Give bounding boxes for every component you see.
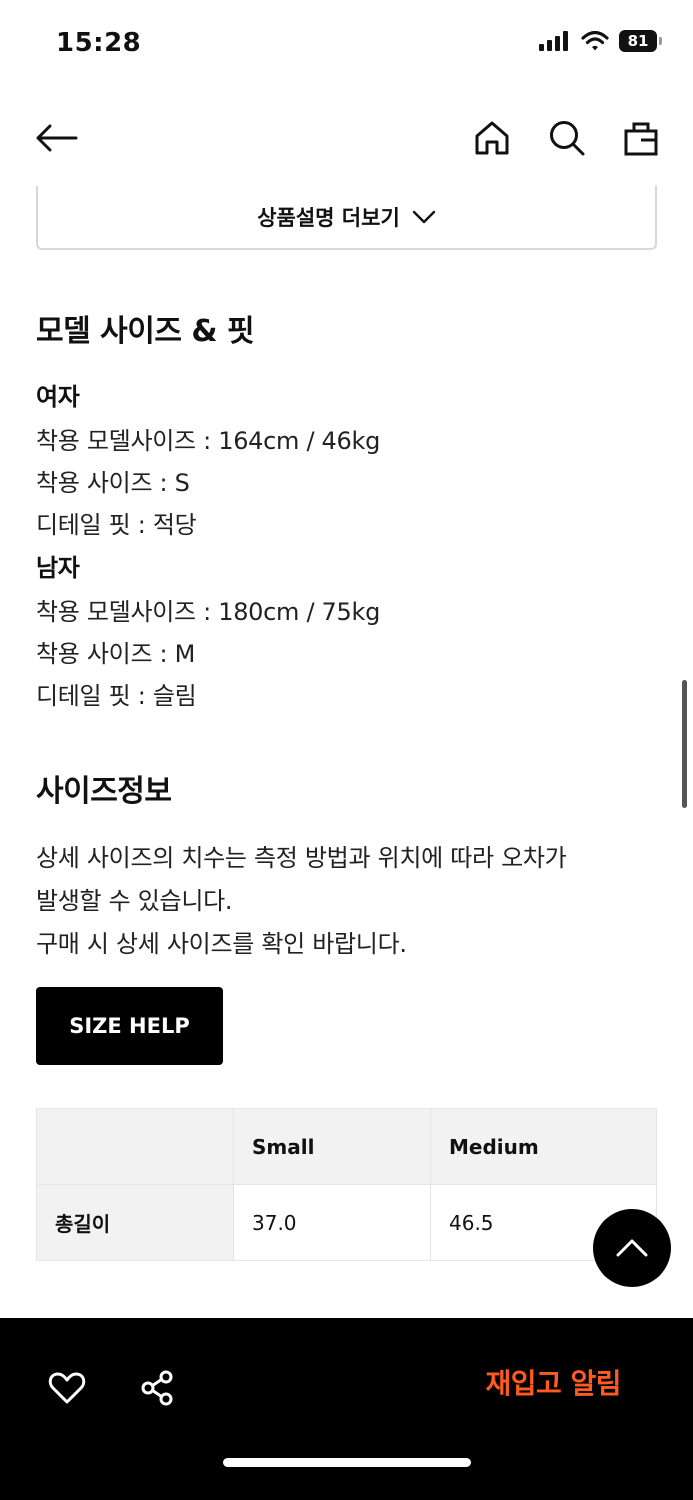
male-fit: 디테일 핏 : 슬림 <box>36 682 197 710</box>
wifi-icon <box>581 30 609 51</box>
description-more-button[interactable]: 상품설명 더보기 <box>36 186 657 250</box>
size-table-header-row: Small Medium <box>36 1108 657 1185</box>
female-wear-size: 착용 사이즈 : S <box>36 469 190 497</box>
search-button[interactable] <box>543 114 591 162</box>
male-wear-size: 착용 사이즈 : M <box>36 640 196 668</box>
chevron-up-icon <box>616 1239 648 1257</box>
heart-icon <box>48 1372 86 1404</box>
size-header-medium: Medium <box>430 1108 657 1185</box>
home-button[interactable] <box>468 114 516 162</box>
cart-button[interactable] <box>617 114 665 162</box>
battery-indicator: 81 <box>619 30 662 52</box>
status-bar: 15:28 81 <box>0 0 693 90</box>
chevron-down-icon <box>412 210 435 224</box>
back-button[interactable] <box>32 114 80 162</box>
share-button[interactable] <box>128 1358 188 1418</box>
size-info-title: 사이즈정보 <box>36 774 172 809</box>
status-time: 15:28 <box>56 28 142 58</box>
size-info-line2: 발생할 수 있습니다. <box>36 887 233 915</box>
model-fit-title: 모델 사이즈 & 핏 <box>36 314 255 349</box>
restock-alert-button[interactable]: 재입고 알림 <box>485 1362 621 1402</box>
size-row-label: 총길이 <box>36 1184 234 1261</box>
search-icon <box>550 121 585 156</box>
home-indicator <box>223 1458 471 1467</box>
shopping-bag-icon <box>624 122 658 156</box>
female-model-size: 착용 모델사이즈 : 164cm / 46kg <box>36 427 381 455</box>
size-info-line1: 상세 사이즈의 치수는 측정 방법과 위치에 따라 오차가 <box>36 844 567 872</box>
scroll-to-top-button[interactable] <box>593 1209 671 1287</box>
page-scrollbar[interactable] <box>682 680 687 808</box>
top-nav <box>0 100 693 180</box>
size-table-corner <box>36 1108 234 1185</box>
description-more-label: 상품설명 더보기 <box>257 206 400 230</box>
share-icon <box>141 1370 173 1406</box>
male-label: 남자 <box>36 554 80 582</box>
size-table: Small Medium 총길이 37.0 46.5 <box>36 1108 657 1261</box>
status-icons: 81 <box>539 30 662 52</box>
arrow-left-icon <box>36 124 78 152</box>
bottom-action-bar: 재입고 알림 <box>0 1318 693 1500</box>
size-cell-small: 37.0 <box>233 1184 431 1261</box>
signal-icon <box>539 31 568 51</box>
home-icon <box>475 121 509 155</box>
table-row: 총길이 37.0 46.5 <box>36 1184 657 1261</box>
female-label: 여자 <box>36 383 80 411</box>
size-help-button[interactable]: SIZE HELP <box>36 987 223 1065</box>
size-info-line3: 구매 시 상세 사이즈를 확인 바랍니다. <box>36 930 407 958</box>
wishlist-button[interactable] <box>37 1358 97 1418</box>
female-fit: 디테일 핏 : 적당 <box>36 511 197 539</box>
size-header-small: Small <box>233 1108 431 1185</box>
male-model-size: 착용 모델사이즈 : 180cm / 75kg <box>36 598 381 626</box>
battery-level: 81 <box>627 32 649 50</box>
